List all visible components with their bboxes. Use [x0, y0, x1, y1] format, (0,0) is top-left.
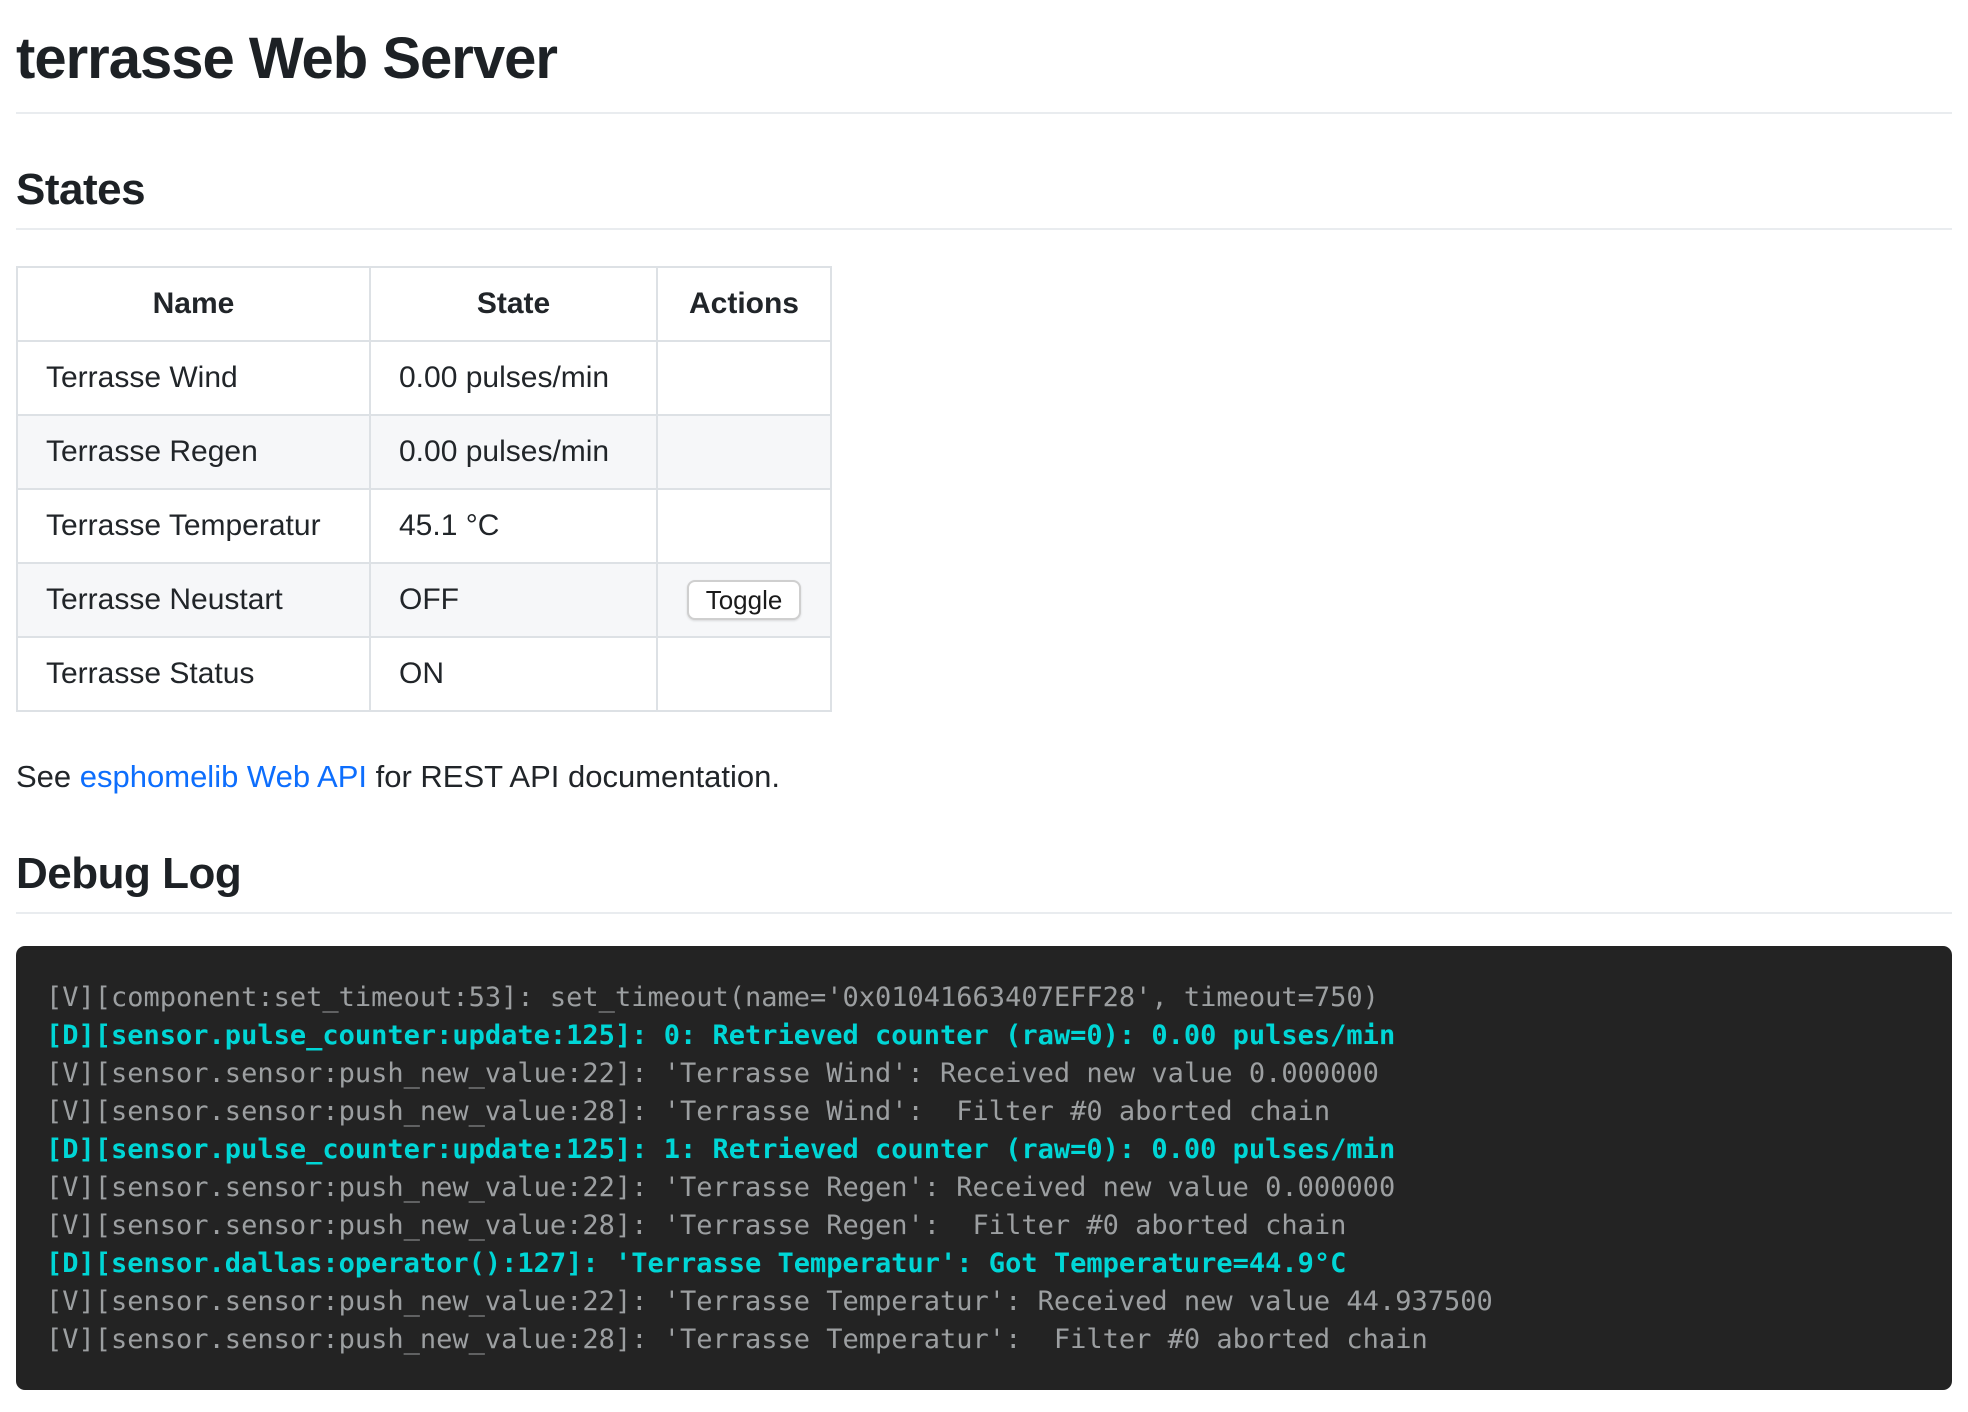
log-line: [V][component:set_timeout:53]: set_timeo… [46, 979, 1922, 1017]
sensor-actions-cell: Toggle [657, 563, 831, 637]
states-divider [16, 228, 1952, 230]
column-header-state: State [370, 267, 657, 341]
api-note-prefix: See [16, 759, 80, 794]
sensor-state-cell: OFF [370, 563, 657, 637]
api-note-suffix: for REST API documentation. [367, 759, 780, 794]
states-heading: States [16, 164, 1952, 216]
sensor-name-cell: Terrasse Temperatur [17, 489, 370, 563]
debug-log-divider [16, 912, 1952, 914]
title-divider [16, 112, 1952, 114]
debug-log-heading: Debug Log [16, 848, 1952, 900]
sensor-state-cell: ON [370, 637, 657, 711]
column-header-name: Name [17, 267, 370, 341]
states-table: Name State Actions Terrasse Wind 0.00 pu… [16, 266, 832, 712]
sensor-state-cell: 0.00 pulses/min [370, 415, 657, 489]
log-line: [D][sensor.pulse_counter:update:125]: 0:… [46, 1017, 1922, 1055]
log-line: [V][sensor.sensor:push_new_value:28]: 'T… [46, 1207, 1922, 1245]
sensor-state-cell: 0.00 pulses/min [370, 341, 657, 415]
sensor-name-cell: Terrasse Status [17, 637, 370, 711]
table-header-row: Name State Actions [17, 267, 831, 341]
column-header-actions: Actions [657, 267, 831, 341]
table-row: Terrasse Status ON [17, 637, 831, 711]
table-row: Terrasse Regen 0.00 pulses/min [17, 415, 831, 489]
table-row: Terrasse Neustart OFF Toggle [17, 563, 831, 637]
log-line: [D][sensor.dallas:operator():127]: 'Terr… [46, 1245, 1922, 1283]
api-note: See esphomelib Web API for REST API docu… [16, 756, 1952, 798]
log-line: [V][sensor.sensor:push_new_value:28]: 'T… [46, 1093, 1922, 1131]
table-row: Terrasse Wind 0.00 pulses/min [17, 341, 831, 415]
sensor-name-cell: Terrasse Neustart [17, 563, 370, 637]
toggle-button[interactable]: Toggle [687, 580, 802, 620]
log-line: [V][sensor.sensor:push_new_value:22]: 'T… [46, 1169, 1922, 1207]
sensor-name-cell: Terrasse Regen [17, 415, 370, 489]
sensor-name-cell: Terrasse Wind [17, 341, 370, 415]
page-title: terrasse Web Server [16, 24, 1952, 94]
web-api-link[interactable]: esphomelib Web API [80, 759, 367, 794]
log-line: [V][sensor.sensor:push_new_value:22]: 'T… [46, 1283, 1922, 1321]
log-line: [V][sensor.sensor:push_new_value:28]: 'T… [46, 1321, 1922, 1359]
sensor-state-cell: 45.1 °C [370, 489, 657, 563]
log-line: [D][sensor.pulse_counter:update:125]: 1:… [46, 1131, 1922, 1169]
table-row: Terrasse Temperatur 45.1 °C [17, 489, 831, 563]
sensor-actions-cell [657, 341, 831, 415]
page-root: terrasse Web Server States Name State Ac… [0, 24, 1968, 1390]
debug-log-console: [V][component:set_timeout:53]: set_timeo… [16, 946, 1952, 1390]
sensor-actions-cell [657, 489, 831, 563]
sensor-actions-cell [657, 415, 831, 489]
log-line: [V][sensor.sensor:push_new_value:22]: 'T… [46, 1055, 1922, 1093]
sensor-actions-cell [657, 637, 831, 711]
